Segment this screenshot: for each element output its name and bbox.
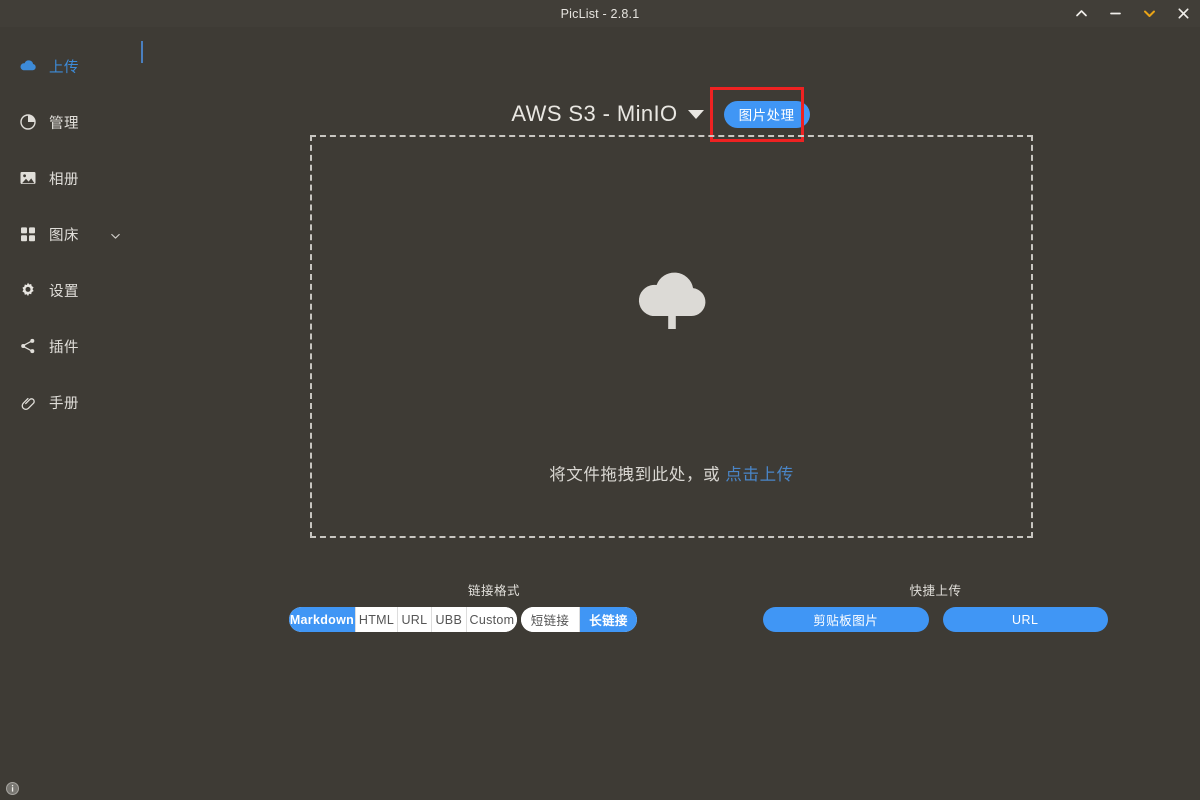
- sidebar-item-label: 图床: [49, 227, 79, 244]
- format-option-url[interactable]: URL: [397, 607, 431, 632]
- minimize-button[interactable]: [1098, 0, 1132, 27]
- cloud-upload-icon: [19, 57, 37, 75]
- sidebar-item-label: 手册: [49, 395, 79, 412]
- sidebar-item-label: 相册: [49, 171, 79, 188]
- sidebar-item-album[interactable]: 相册: [0, 150, 121, 206]
- dropzone-prompt: 将文件拖拽到此处，或: [549, 466, 721, 484]
- link-format-section: 链接格式 Markdown HTML URL UBB Custom 短链接 长链…: [289, 580, 699, 632]
- sidebar-item-label: 管理: [49, 115, 79, 132]
- file-dropzone[interactable]: 将文件拖拽到此处，或 点击上传: [310, 135, 1033, 538]
- image-process-wrapper: 图片处理: [709, 86, 810, 142]
- cloud-upload-large-icon: [635, 268, 709, 335]
- share-icon: [19, 337, 37, 355]
- image-bed-header: AWS S3 - MinIO 图片处理: [121, 86, 1200, 142]
- format-option-html[interactable]: HTML: [354, 607, 398, 632]
- chevron-down-icon[interactable]: [687, 109, 704, 119]
- link-icon: [19, 393, 37, 411]
- expand-down-button[interactable]: [1132, 0, 1166, 27]
- dropzone-upload-link[interactable]: 点击上传: [725, 466, 793, 484]
- length-option-short[interactable]: 短链接: [521, 607, 579, 632]
- url-upload-button[interactable]: URL: [942, 607, 1108, 632]
- link-format-controls: Markdown HTML URL UBB Custom 短链接 长链接: [289, 607, 699, 632]
- format-option-markdown[interactable]: Markdown: [289, 607, 355, 632]
- clipboard-image-button[interactable]: 剪贴板图片: [763, 607, 929, 632]
- sidebar-item-label: 上传: [49, 59, 79, 76]
- link-format-segmented-control: Markdown HTML URL UBB Custom: [289, 607, 517, 632]
- dropzone-text: 将文件拖拽到此处，或 点击上传: [312, 461, 1031, 485]
- title-bar: PicList - 2.8.1: [0, 0, 1200, 27]
- sidebar: 上传 管理 相册 图床 设置 插件 手册: [0, 27, 121, 800]
- image-bed-name[interactable]: AWS S3 - MinIO: [511, 101, 677, 127]
- sidebar-item-plugins[interactable]: 插件: [0, 318, 121, 374]
- quick-upload-label: 快捷上传: [909, 584, 962, 598]
- gear-icon: [19, 281, 37, 299]
- format-option-ubb[interactable]: UBB: [430, 607, 466, 632]
- sidebar-item-label: 插件: [49, 339, 79, 356]
- pie-chart-icon: [19, 113, 37, 131]
- window-title: PicList - 2.8.1: [560, 6, 640, 21]
- info-circle-icon[interactable]: [6, 782, 19, 795]
- image-icon: [19, 169, 37, 187]
- sidebar-item-manage[interactable]: 管理: [0, 94, 121, 150]
- sidebar-item-settings[interactable]: 设置: [0, 262, 121, 318]
- image-process-button[interactable]: 图片处理: [723, 100, 810, 128]
- link-length-segmented-control: 短链接 长链接: [521, 607, 637, 632]
- quick-upload-section: 快捷上传 剪贴板图片 URL: [763, 580, 1108, 632]
- grid-icon: [19, 225, 37, 243]
- app-window: PicList - 2.8.1 上传 管理 相册 图床 设置 插件 手册 AWS…: [0, 0, 1200, 800]
- link-format-label: 链接格式: [467, 584, 520, 598]
- sidebar-item-manual[interactable]: 手册: [0, 374, 121, 430]
- close-button[interactable]: [1166, 0, 1200, 27]
- sidebar-item-label: 设置: [49, 283, 79, 300]
- window-controls: [1064, 0, 1200, 27]
- sidebar-item-image-bed[interactable]: 图床: [0, 206, 121, 262]
- format-option-custom[interactable]: Custom: [465, 607, 517, 632]
- chevron-down-icon[interactable]: [110, 229, 121, 240]
- collapse-up-button[interactable]: [1064, 0, 1098, 27]
- quick-upload-buttons: 剪贴板图片 URL: [763, 607, 1108, 632]
- length-option-long[interactable]: 长链接: [579, 607, 637, 632]
- sidebar-active-caret: [141, 41, 143, 63]
- sidebar-item-upload[interactable]: 上传: [0, 38, 121, 94]
